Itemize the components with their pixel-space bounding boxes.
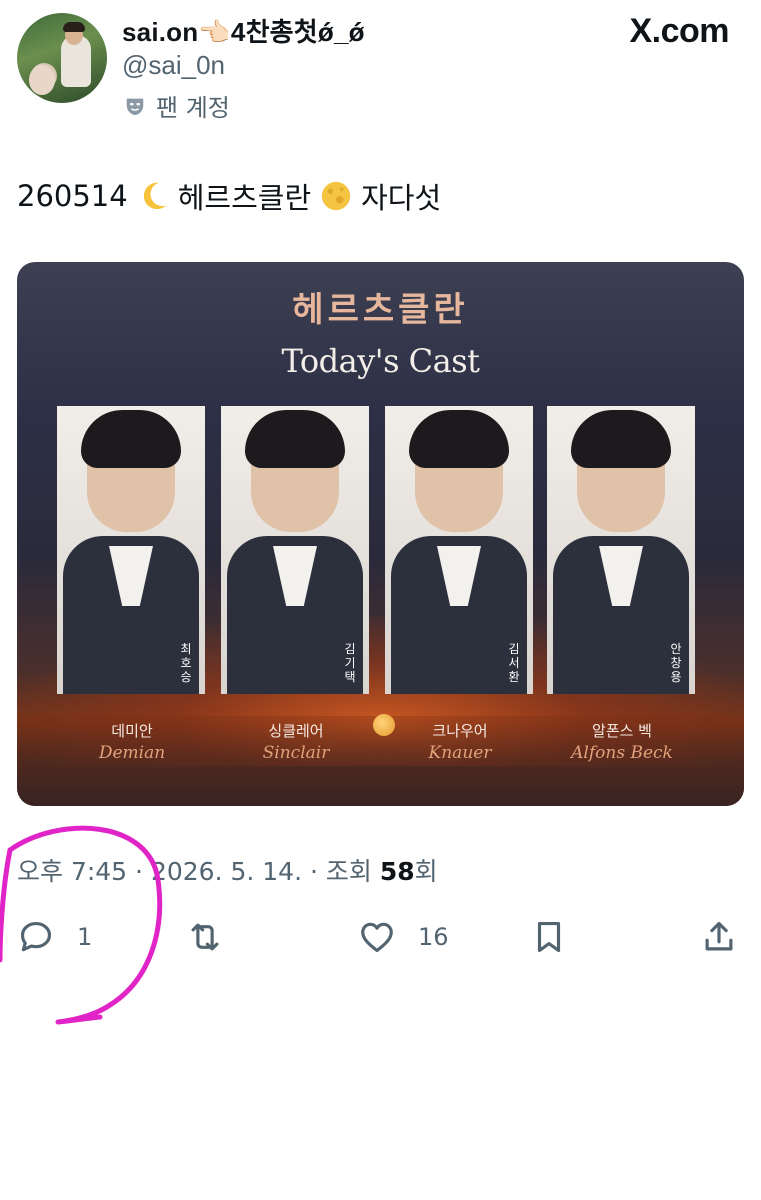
cast-card: 최호승 xyxy=(57,406,205,694)
tweet-photo[interactable]: 헤르츠클란 Today's Cast 최호승 김기택 김서환 안창용 데미안 D… xyxy=(17,262,744,806)
role-name-kr: 데미안 xyxy=(111,722,153,740)
reply-count: 1 xyxy=(77,923,93,951)
tweet-date: 2026. 5. 14. xyxy=(150,857,303,886)
role-name-kr: 크나우어 xyxy=(432,722,488,740)
avatar-doll xyxy=(29,65,55,95)
repost-icon xyxy=(191,923,219,951)
tweet-meta: 오후 7:45 · 2026. 5. 14. · 조회 58회 xyxy=(17,857,438,886)
views-suffix: 회 xyxy=(414,857,438,886)
site-logo: X.com xyxy=(629,12,729,50)
role-name-en: Sinclair xyxy=(262,743,330,763)
cast-role: 알폰스 벡 Alfons Beck xyxy=(557,720,687,763)
cast-actor-name: 김기택 xyxy=(344,642,356,684)
role-name-kr: 알폰스 벡 xyxy=(592,722,652,740)
tweet-time: 오후 7:45 xyxy=(17,857,128,886)
bookmark-button[interactable] xyxy=(530,918,568,956)
fan-account-label: 팬 계정 xyxy=(156,94,230,122)
role-name-en: Knauer xyxy=(428,743,492,763)
like-button[interactable]: 16 xyxy=(358,918,449,956)
display-name[interactable]: sai.on👈🏻4찬총첫ǿ_ǿ xyxy=(122,12,365,49)
cast-role: 데미안 Demian xyxy=(67,720,197,763)
moon-icon xyxy=(373,714,395,736)
tweet-text-title: 헤르츠클란 xyxy=(177,181,312,215)
tweet-text: 260514 헤르츠클란 자다섯 xyxy=(17,175,441,217)
cast-card: 김기택 xyxy=(221,406,369,694)
reply-button[interactable]: 1 xyxy=(17,918,92,956)
tweet-text-date: 260514 xyxy=(17,179,128,213)
bookmark-icon xyxy=(537,921,561,953)
share-button[interactable] xyxy=(700,918,738,956)
photo-title: 헤르츠클란 xyxy=(292,290,469,330)
tweet-text-suffix: 자다섯 xyxy=(361,181,442,215)
full-moon-icon xyxy=(321,181,351,211)
fan-account-label-row: 팬 계정 xyxy=(124,88,230,123)
cast-role: 크나우어 Knauer xyxy=(395,720,525,763)
photo-subtitle: Today's Cast xyxy=(281,342,481,380)
cast-actor-name: 최호승 xyxy=(180,642,192,684)
repost-button[interactable] xyxy=(186,918,224,956)
role-name-en: Alfons Beck xyxy=(571,743,673,763)
cast-actor-name: 안창용 xyxy=(670,642,682,684)
share-icon xyxy=(705,921,733,951)
views-label: 조회 xyxy=(325,857,372,886)
cast-card: 김서환 xyxy=(385,406,533,694)
user-handle[interactable]: @sai_0n xyxy=(122,50,225,81)
like-count: 16 xyxy=(418,923,449,951)
crescent-moon-icon xyxy=(143,182,166,210)
role-name-en: Demian xyxy=(98,743,166,763)
cast-actor-name: 김서환 xyxy=(508,642,520,684)
heart-icon xyxy=(361,922,393,953)
mask-icon xyxy=(126,98,144,115)
views-count: 58 xyxy=(379,857,415,886)
cast-role: 싱클레어 Sinclair xyxy=(231,720,361,763)
role-name-kr: 싱클레어 xyxy=(268,722,324,740)
cast-card: 안창용 xyxy=(547,406,695,694)
reply-icon xyxy=(20,921,52,952)
avatar-hair xyxy=(63,22,85,32)
avatar[interactable] xyxy=(17,13,107,103)
